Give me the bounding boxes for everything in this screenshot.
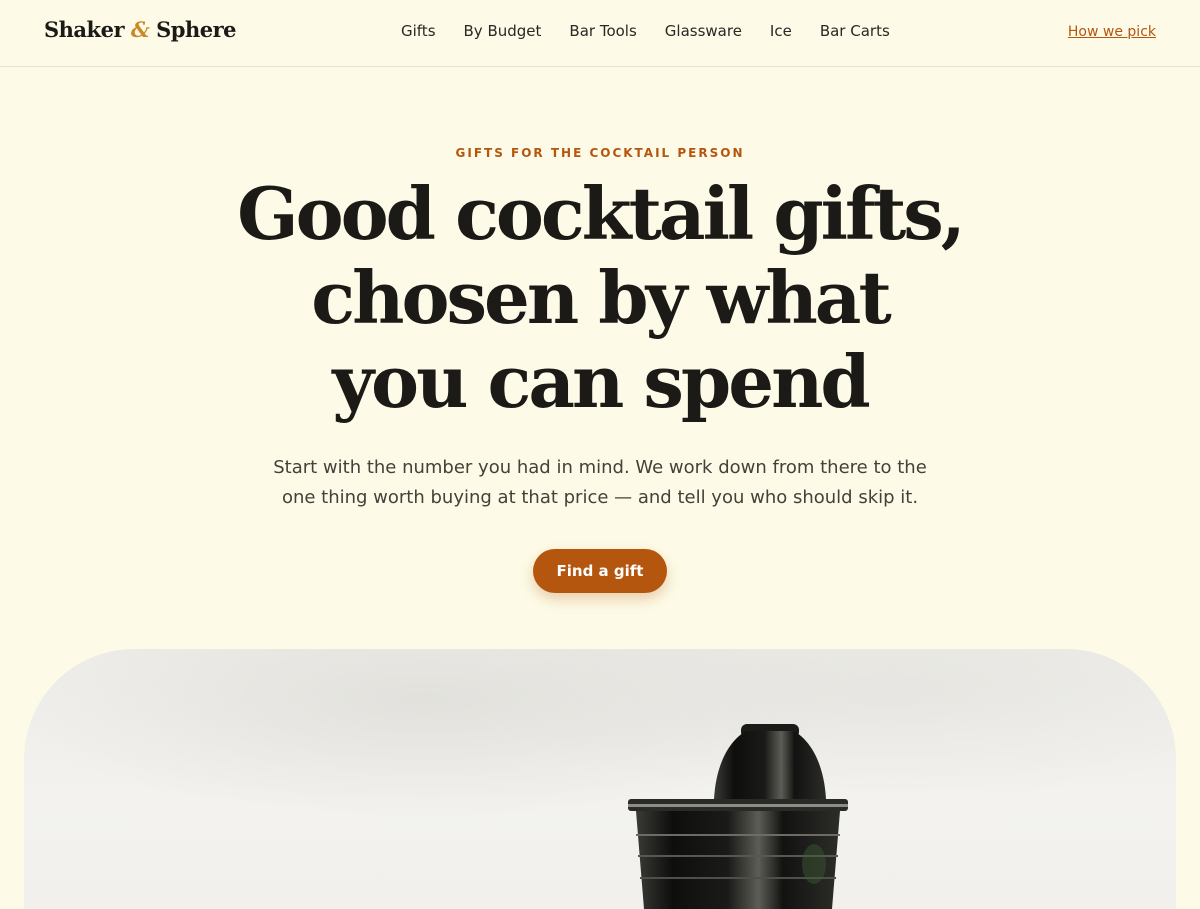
nav-bar-carts[interactable]: Bar Carts — [820, 22, 890, 40]
cocktail-shaker-icon — [628, 724, 848, 909]
headline-line-2: chosen by what — [311, 255, 891, 340]
hero-image — [24, 649, 1176, 909]
site-logo[interactable]: Shaker & Sphere — [44, 17, 237, 42]
nav-bar-tools[interactable]: Bar Tools — [569, 22, 636, 40]
logo-word-sphere: Sphere — [156, 17, 237, 42]
headline-line-3: you can spend — [332, 339, 871, 424]
nav-by-budget[interactable]: By Budget — [464, 22, 542, 40]
nav-gifts[interactable]: Gifts — [401, 22, 436, 40]
subtext-line-1: Start with the number you had in mind. W… — [273, 457, 927, 478]
nav-glassware[interactable]: Glassware — [665, 22, 742, 40]
find-a-gift-button[interactable]: Find a gift — [533, 549, 667, 593]
hero-headline: Good cocktail gifts, chosen by what you … — [0, 172, 1200, 424]
logo-word-shaker: Shaker — [44, 17, 125, 42]
hero-subtext: Start with the number you had in mind. W… — [0, 453, 1200, 513]
headline-line-1: Good cocktail gifts, — [237, 171, 966, 256]
nav-ice[interactable]: Ice — [770, 22, 792, 40]
site-header: Shaker & Sphere Gifts By Budget Bar Tool… — [0, 0, 1200, 67]
hero-eyebrow: GIFTS FOR THE COCKTAIL PERSON — [455, 146, 745, 160]
how-we-pick-link[interactable]: How we pick — [1068, 24, 1156, 40]
logo-ampersand: & — [130, 17, 150, 42]
main-nav: Gifts By Budget Bar Tools Glassware Ice … — [401, 22, 918, 40]
subtext-line-2: one thing worth buying at that price — a… — [281, 487, 919, 508]
